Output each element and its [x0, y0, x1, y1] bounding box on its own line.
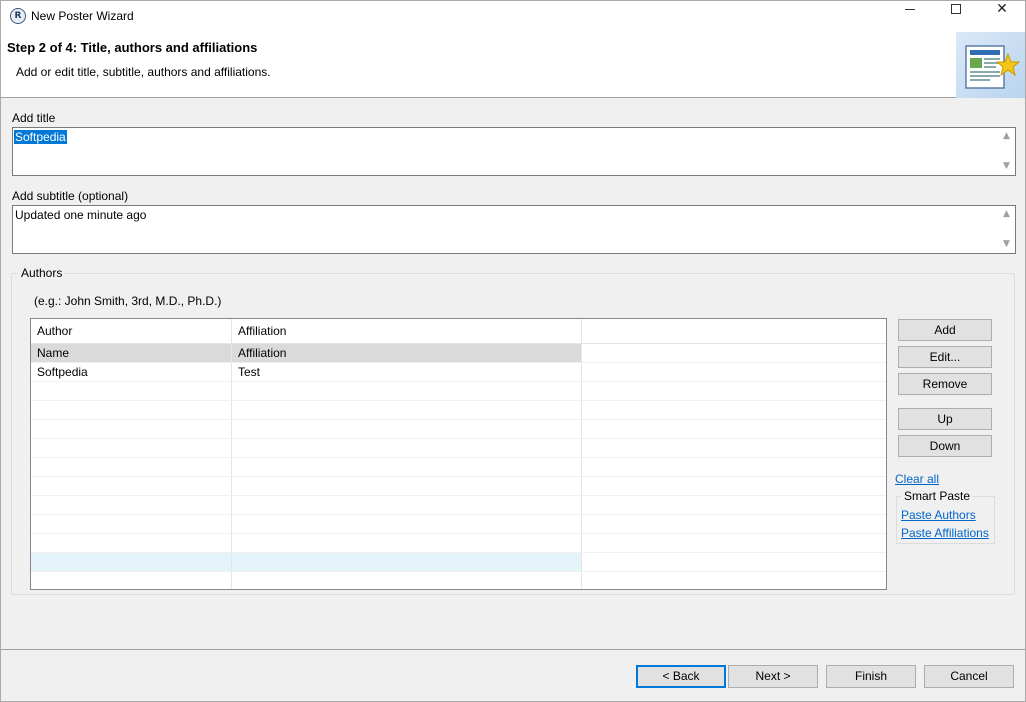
author-cell[interactable]: Name: [31, 344, 232, 362]
column-header-author[interactable]: Author: [31, 319, 232, 343]
empty-row: [31, 496, 886, 515]
authors-table[interactable]: Author Affiliation Name Affiliation Soft…: [30, 318, 887, 590]
wizard-window: R New Poster Wizard ✕ Step 2 of 4: Title…: [0, 0, 1026, 702]
scroll-up-icon[interactable]: ▲: [998, 206, 1015, 223]
empty-row: [31, 572, 886, 589]
step-description: Add or edit title, subtitle, authors and…: [16, 65, 271, 79]
column-header-affiliation[interactable]: Affiliation: [232, 319, 582, 343]
table-header: Author Affiliation: [31, 319, 886, 344]
empty-row: [31, 515, 886, 534]
paste-authors-link[interactable]: Paste Authors: [901, 508, 976, 522]
edit-button[interactable]: Edit...: [898, 346, 992, 368]
minimize-button[interactable]: [887, 1, 933, 32]
scroll-down-icon[interactable]: ▼: [998, 158, 1015, 175]
paste-affiliations-link[interactable]: Paste Affiliations: [901, 526, 989, 540]
title-scrollbar[interactable]: ▲ ▼: [998, 128, 1015, 175]
subtitle-input[interactable]: Updated one minute ago ▲ ▼: [12, 205, 1016, 254]
subtitle-scrollbar[interactable]: ▲ ▼: [998, 206, 1015, 253]
column-header-filler: [582, 319, 886, 343]
empty-row: [31, 534, 886, 553]
empty-row: [31, 439, 886, 458]
app-icon: R: [10, 8, 26, 24]
wizard-header: Step 2 of 4: Title, authors and affiliat…: [1, 32, 1025, 98]
table-row[interactable]: Softpedia Test: [31, 363, 886, 382]
close-button[interactable]: ✕: [979, 1, 1025, 32]
authors-hint: (e.g.: John Smith, 3rd, M.D., Ph.D.): [34, 294, 222, 308]
title-label: Add title: [12, 111, 56, 125]
title-bar: R New Poster Wizard ✕: [1, 1, 1025, 32]
smart-paste-label: Smart Paste: [901, 489, 974, 503]
footer-divider: [1, 649, 1025, 650]
poster-wizard-icon: [956, 32, 1025, 98]
empty-row: [31, 420, 886, 439]
table-row[interactable]: Name Affiliation: [31, 344, 886, 363]
add-button[interactable]: Add: [898, 319, 992, 341]
maximize-icon: [951, 4, 961, 14]
empty-row: [31, 458, 886, 477]
finish-button[interactable]: Finish: [826, 665, 916, 688]
subtitle-value: Updated one minute ago: [15, 208, 147, 222]
empty-row: [31, 401, 886, 420]
empty-row: [31, 477, 886, 496]
back-button[interactable]: < Back: [636, 665, 726, 688]
title-value: Softpedia: [14, 130, 67, 144]
authors-group-label: Authors: [18, 266, 66, 280]
up-button[interactable]: Up: [898, 408, 992, 430]
minimize-icon: [905, 8, 915, 10]
author-cell[interactable]: Softpedia: [31, 363, 232, 381]
maximize-button[interactable]: [933, 1, 979, 32]
remove-button[interactable]: Remove: [898, 373, 992, 395]
clear-all-link[interactable]: Clear all: [895, 472, 939, 486]
subtitle-label: Add subtitle (optional): [12, 189, 129, 203]
down-button[interactable]: Down: [898, 435, 992, 457]
window-title: New Poster Wizard: [31, 9, 134, 23]
title-input[interactable]: Softpedia ▲ ▼: [12, 127, 1016, 176]
close-icon: ✕: [996, 1, 1008, 17]
scroll-up-icon[interactable]: ▲: [998, 128, 1015, 145]
scroll-down-icon[interactable]: ▼: [998, 236, 1015, 253]
next-button[interactable]: Next >: [728, 665, 818, 688]
step-title: Step 2 of 4: Title, authors and affiliat…: [7, 40, 258, 55]
cancel-button[interactable]: Cancel: [924, 665, 1014, 688]
new-row[interactable]: [31, 553, 886, 572]
affiliation-cell[interactable]: Test: [232, 363, 582, 381]
empty-row: [31, 382, 886, 401]
affiliation-cell[interactable]: Affiliation: [232, 344, 582, 362]
